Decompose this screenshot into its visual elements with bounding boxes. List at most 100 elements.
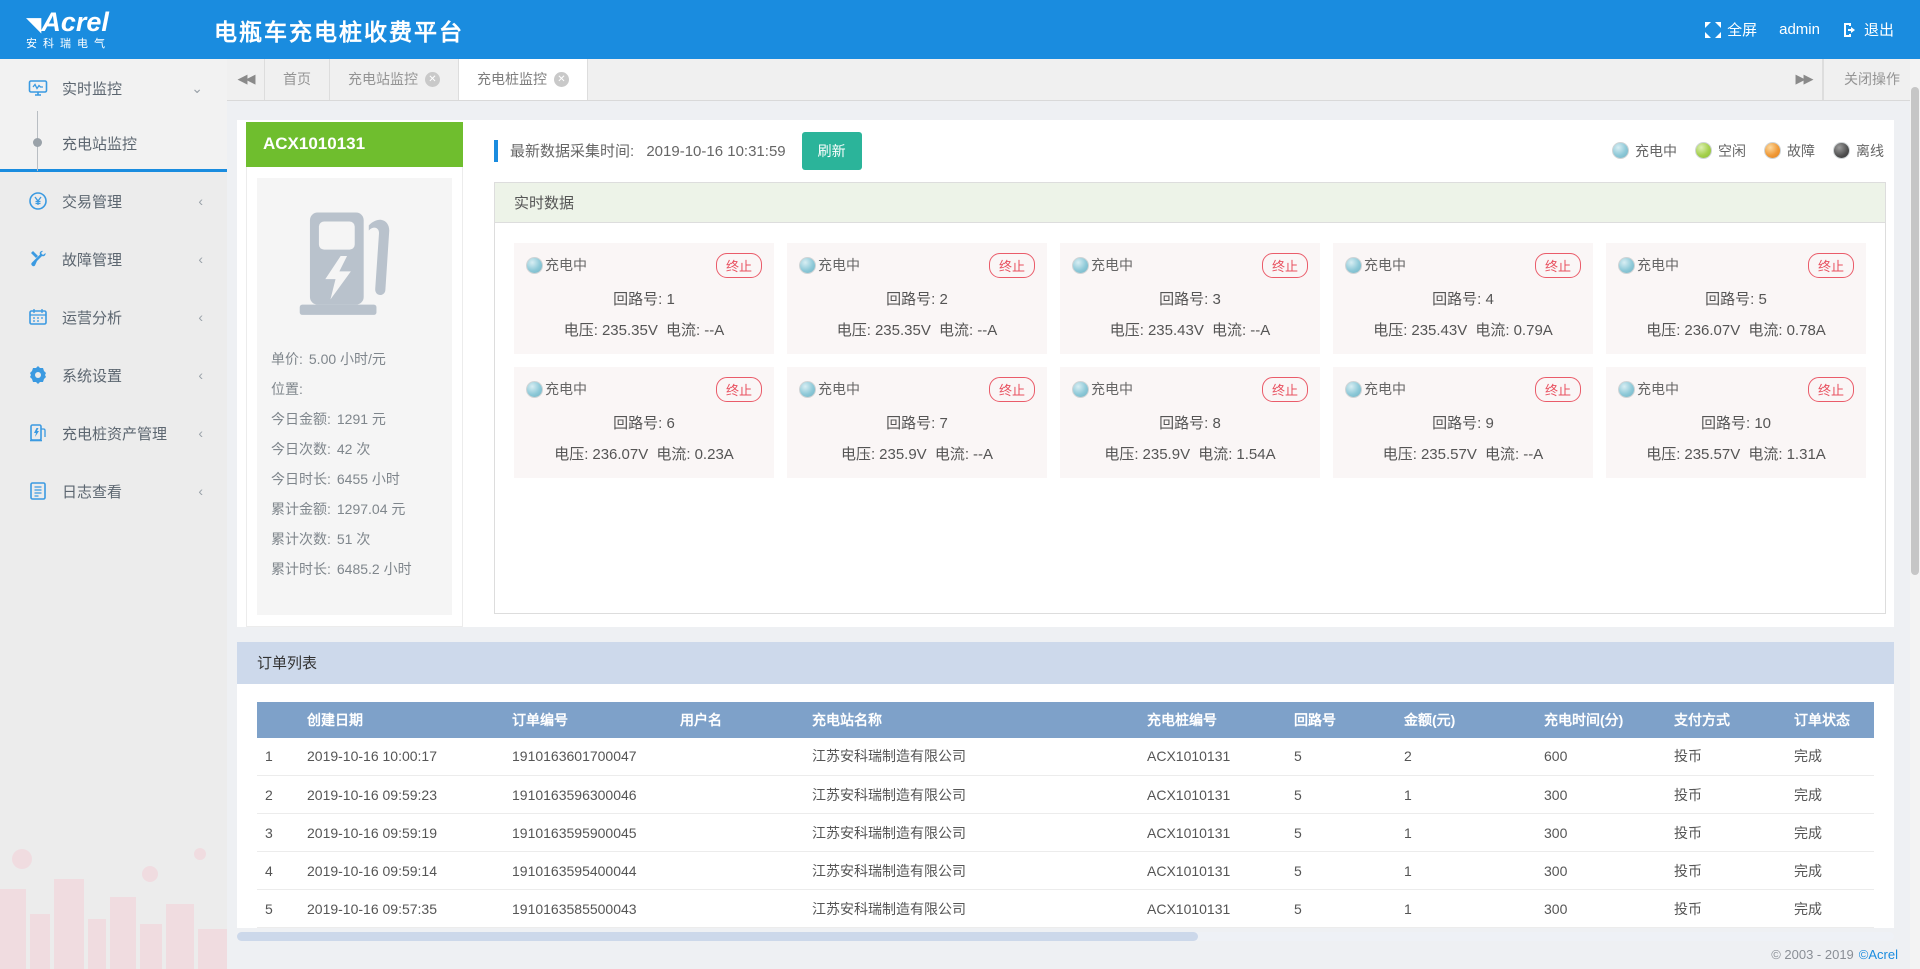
voltage-current-line: 电压:235.35V 电流:--A [799, 319, 1035, 340]
charging-status-icon [1345, 257, 1362, 274]
sidebar-item-logs[interactable]: 日志查看 ‹ [0, 462, 227, 520]
fullscreen-button[interactable]: 全屏 [1705, 19, 1757, 40]
tabs-scroll-right-button[interactable]: ▶▶ [1785, 59, 1823, 100]
table-row[interactable]: 4 2019-10-16 09:59:14 1910163595400044 江… [257, 852, 1874, 890]
current-value: --A [1523, 446, 1543, 463]
logo-flag-icon: ◥ [26, 14, 41, 36]
voltage-current-line: 电压:235.57V 电流:--A [1345, 443, 1581, 464]
sidebar-item-realtime-monitor[interactable]: 实时监控 ⌄ [0, 59, 227, 117]
tab-close-icon[interactable]: ✕ [554, 72, 569, 87]
cell-circuit: 5 [1286, 852, 1396, 890]
stop-button[interactable]: 终止 [1262, 377, 1308, 402]
info-value: 1297.04 元 [337, 501, 406, 517]
column-header: 充电时间(分) [1536, 702, 1666, 738]
current-value: --A [1250, 322, 1270, 339]
tabs-scroll-left-button[interactable]: ◀◀ [227, 59, 265, 100]
vertical-scrollbar-thumb[interactable] [1911, 87, 1919, 575]
legend-label-charging: 充电中 [1635, 141, 1677, 161]
column-header: 金额(元) [1396, 702, 1536, 738]
circuit-card: 充电中 终止 回路号: 8 电压:235.9V 电流:1.54A [1060, 367, 1320, 478]
sidebar-item-label: 系统设置 [62, 365, 122, 386]
current-value: 1.54A [1236, 446, 1275, 463]
sidebar-item-transactions[interactable]: 交易管理 ‹ [0, 172, 227, 230]
cell-amount: 2 [1396, 738, 1536, 776]
current-value: 1.31A [1787, 446, 1826, 463]
chevron-left-icon: ‹ [198, 309, 203, 325]
sidebar-item-settings[interactable]: 系统设置 ‹ [0, 346, 227, 404]
logo-text: Acrel [41, 7, 109, 37]
table-row[interactable]: 5 2019-10-16 09:57:35 1910163585500043 江… [257, 890, 1874, 928]
info-value: 1291 元 [337, 411, 386, 427]
stop-button[interactable]: 终止 [1808, 377, 1854, 402]
card-status-label: 充电中 [1091, 255, 1133, 275]
stop-button[interactable]: 终止 [1262, 253, 1308, 278]
circuit-card-grid: 充电中 终止 回路号: 1 电压:235.35V 电流:--A 充电中 [495, 223, 1885, 498]
voltage-value: 235.57V [1684, 446, 1740, 463]
voltage-current-line: 电压:236.07V 电流:0.78A [1618, 319, 1854, 340]
vertical-scrollbar[interactable] [1910, 59, 1920, 969]
stop-button[interactable]: 终止 [1808, 253, 1854, 278]
cell-username [672, 776, 804, 814]
horizontal-scrollbar[interactable] [237, 932, 1894, 941]
sidebar-item-label: 运营分析 [62, 307, 122, 328]
legend-label-offline: 离线 [1856, 141, 1884, 161]
cell-create-date: 2019-10-16 09:57:35 [299, 890, 504, 928]
info-value: 6455 小时 [337, 471, 400, 487]
circuit-card: 充电中 终止 回路号: 1 电压:235.35V 电流:--A [514, 243, 774, 354]
chevron-left-icon: ‹ [198, 367, 203, 383]
column-header: 支付方式 [1666, 702, 1786, 738]
charging-status-icon [526, 381, 543, 398]
circuit-label: 回路号: [1705, 291, 1754, 308]
card-status-label: 充电中 [1637, 255, 1679, 275]
voltage-value: 235.9V [879, 446, 927, 463]
stop-button[interactable]: 终止 [716, 253, 762, 278]
cell-station-name: 江苏安科瑞制造有限公司 [804, 738, 1139, 776]
tab-home[interactable]: 首页 [265, 59, 330, 100]
refresh-button[interactable]: 刷新 [802, 132, 862, 170]
tab-label: 充电站监控 [348, 69, 418, 89]
stop-button[interactable]: 终止 [716, 377, 762, 402]
tab-station-monitor[interactable]: 充电站监控 ✕ [330, 59, 459, 100]
orders-table: 创建日期订单编号用户名充电站名称充电桩编号回路号金额(元)充电时间(分)支付方式… [257, 702, 1874, 929]
sidebar-item-station-monitor[interactable]: 充电站监控 [0, 117, 227, 169]
stop-button[interactable]: 终止 [1535, 377, 1581, 402]
horizontal-scrollbar-thumb[interactable] [237, 932, 1198, 941]
current-value: --A [973, 446, 993, 463]
tab-pile-monitor[interactable]: 充电桩监控 ✕ [459, 59, 588, 100]
table-row[interactable]: 2 2019-10-16 09:59:23 1910163596300046 江… [257, 776, 1874, 814]
circuit-label: 回路号: [1159, 415, 1208, 432]
cell-amount: 1 [1396, 776, 1536, 814]
circuit-card: 充电中 终止 回路号: 6 电压:236.07V 电流:0.23A [514, 367, 774, 478]
sidebar-subitem-label: 充电站监控 [62, 133, 137, 154]
tab-close-icon[interactable]: ✕ [425, 72, 440, 87]
stop-button[interactable]: 终止 [1535, 253, 1581, 278]
sidebar-item-analysis[interactable]: 运营分析 ‹ [0, 288, 227, 346]
sidebar-item-faults[interactable]: 故障管理 ‹ [0, 230, 227, 288]
voltage-label: 电压: [1373, 322, 1407, 339]
info-label: 今日时长: [271, 471, 331, 487]
sidebar-item-pile-assets[interactable]: 充电桩资产管理 ‹ [0, 404, 227, 462]
cell-create-date: 2019-10-16 09:59:23 [299, 776, 504, 814]
sidebar: 实时监控 ⌄ 充电站监控 交易管理 ‹ 故障管理 ‹ 运营分析 ‹ 系统设置 [0, 59, 227, 969]
user-menu[interactable]: admin [1779, 21, 1820, 38]
column-header: 创建日期 [299, 702, 504, 738]
table-row[interactable]: 3 2019-10-16 09:59:19 1910163595900045 江… [257, 814, 1874, 852]
stop-button[interactable]: 终止 [989, 253, 1035, 278]
close-operations-dropdown[interactable]: 关闭操作 [1823, 59, 1920, 100]
cell-order-number: 1910163585500043 [504, 890, 672, 928]
logout-button[interactable]: 退出 [1842, 19, 1894, 40]
brand-link[interactable]: ©Acrel [1859, 947, 1898, 962]
charging-pump-icon [292, 210, 420, 320]
voltage-value: 236.07V [592, 446, 648, 463]
voltage-current-line: 电压:235.9V 电流:1.54A [1072, 443, 1308, 464]
cell-seq: 3 [257, 814, 299, 852]
collect-label: 最新数据采集时间: [510, 143, 634, 160]
cell-pile-id: ACX1010131 [1139, 738, 1286, 776]
table-row[interactable]: 1 2019-10-16 10:00:17 1910163601700047 江… [257, 738, 1874, 776]
cell-circuit: 5 [1286, 776, 1396, 814]
circuit-label: 回路号: [1432, 291, 1481, 308]
stop-button[interactable]: 终止 [989, 377, 1035, 402]
circuit-card: 充电中 终止 回路号: 7 电压:235.9V 电流:--A [787, 367, 1047, 478]
column-header: 回路号 [1286, 702, 1396, 738]
info-label: 今日金额: [271, 411, 331, 427]
